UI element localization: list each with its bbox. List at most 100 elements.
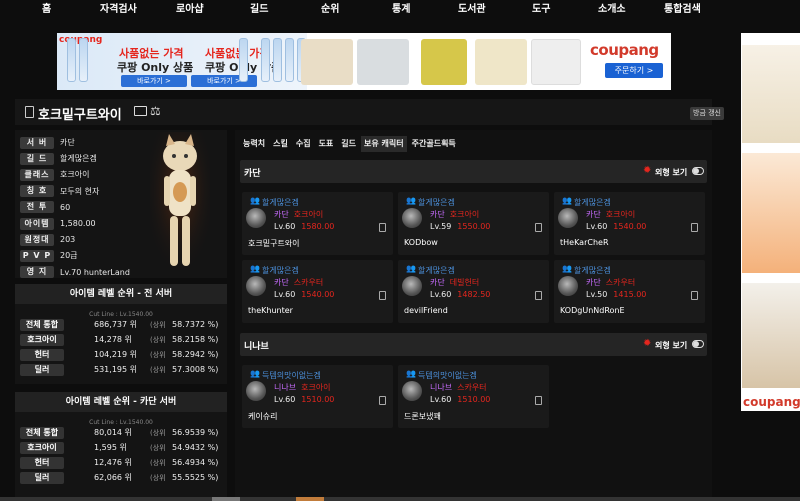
tab-3[interactable]: 도표 <box>316 136 337 152</box>
character-level: Lv.60 1482.50 <box>430 290 490 299</box>
rank-label: 딜러 <box>20 472 64 484</box>
ad-subline: 쿠팡 Only 상품 <box>117 61 194 74</box>
rank-percent: 58.7372 %) <box>172 320 219 329</box>
copy-icon[interactable] <box>379 396 386 405</box>
character-level: Lv.59 1550.00 <box>430 222 490 231</box>
character-header: 호크밑구트와이 ⚖ 방금 갱신 <box>15 99 724 125</box>
water-bottle-image <box>239 38 248 82</box>
character-portrait <box>402 276 422 296</box>
character-name: 드론보냈꽤 <box>404 412 441 421</box>
ad-banner[interactable]: coupang 사품없는 가격 사품없는 가격 쿠팡 Only 상품 쿠팡 On… <box>57 33 671 90</box>
scale-icon[interactable]: ⚖ <box>150 104 161 118</box>
level-label: Lv.59 <box>430 222 452 231</box>
tab-5[interactable]: 보유 캐릭터 <box>361 136 407 152</box>
bidet-image <box>357 39 409 85</box>
character-level: Lv.50 1415.00 <box>586 290 646 299</box>
nav-item[interactable]: 순위 <box>321 0 339 15</box>
character-card[interactable]: 👥 할게많은겜 카단 데빌헌터 Lv.60 1482.50 devilFriend <box>398 260 549 323</box>
character-server: 니나브 스카우터 <box>430 382 487 393</box>
character-card[interactable]: 👥 할게많은겜 카단 호크아이 Lv.60 1540.00 tHeKarCheR <box>554 192 705 255</box>
right-ad[interactable]: coupang <box>741 33 800 411</box>
guild-members-icon: 👥 <box>250 196 260 205</box>
character-card[interactable]: 👥 할게많은겜 카단 스카우터 Lv.50 1415.00 KODgUnNdRonE <box>554 260 705 323</box>
level-label: Lv.60 <box>274 395 296 404</box>
profile-row: 칭 호 모두의 현자 <box>20 185 99 198</box>
guild-name: 할게많은겜 <box>574 266 611 275</box>
guild-members-icon: 👥 <box>562 264 572 273</box>
rank-value: 62,066 위 <box>94 473 132 482</box>
profile-label: 영 지 <box>20 266 54 278</box>
server-label: 카단 <box>274 278 289 287</box>
rank-row: 호크아이 14,278 위 (상위 58.2158 %) <box>20 334 224 346</box>
rank-all-server: 아이템 레벨 순위 - 전 서버 Cut Line : Lv.1540.00 전… <box>15 284 227 384</box>
scroll-thumb-active[interactable] <box>296 497 324 501</box>
cutline-text: Cut Line : Lv.1540.00 <box>89 419 153 426</box>
character-server: 카단 호크아이 <box>586 209 635 220</box>
ad-goto-button[interactable]: 바로가기 > <box>121 75 187 87</box>
profile-row: P V P 20급 <box>20 249 78 262</box>
appearance-toggle[interactable] <box>692 167 704 175</box>
character-card[interactable]: 👥 할게많은겜 카단 호크아이 Lv.59 1550.00 KODbow <box>398 192 549 255</box>
profile-row: 서 버 카단 <box>20 136 75 149</box>
nav-item[interactable]: 통계 <box>392 0 410 15</box>
character-card[interactable]: 👥 득템의맛이없는겜 니나브 호크아이 Lv.60 1510.00 케이슈리 <box>242 365 393 428</box>
nav-item[interactable]: 도서관 <box>458 0 486 15</box>
nav-item[interactable]: 길드 <box>250 0 268 15</box>
tab-0[interactable]: 능력치 <box>240 136 268 152</box>
scroll-thumb[interactable] <box>212 497 240 501</box>
tab-bar: 능력치 스킬 수집 도표 길드 보유 캐릭터 주간골드획득 <box>240 136 461 152</box>
tab-1[interactable]: 스킬 <box>270 136 291 152</box>
order-button[interactable]: 주문하기 > <box>605 63 663 78</box>
appearance-toggle[interactable] <box>692 340 704 348</box>
horizontal-scrollbar[interactable] <box>0 497 800 501</box>
character-name: tHeKarCheR <box>560 238 609 247</box>
copy-icon[interactable] <box>535 291 542 300</box>
profile-label: 서 버 <box>20 136 54 149</box>
profile-label: 칭 호 <box>20 185 54 198</box>
nav-item[interactable]: 도구 <box>532 0 550 15</box>
bookmark-icon[interactable] <box>25 106 34 118</box>
copy-icon[interactable] <box>379 223 386 232</box>
character-level: Lv.60 1540.00 <box>274 290 334 299</box>
rank-row: 전체 통합 80,014 위 (상위 56.9539 %) <box>20 427 224 439</box>
tab-2[interactable]: 수집 <box>293 136 314 152</box>
server-label: 카단 <box>430 210 445 219</box>
profile-row: 영 지 Lv.70 hunterLand <box>20 266 130 278</box>
rice-bag-image <box>301 39 353 85</box>
character-card[interactable]: 👥 득템의맛이없는겜 니나브 스카우터 Lv.60 1510.00 드론보냈꽤 <box>398 365 549 428</box>
nav-item[interactable]: 통합검색 <box>664 0 701 15</box>
id-card-icon[interactable] <box>134 106 147 116</box>
server-label: 카단 <box>274 210 289 219</box>
rank-percent: 55.5525 %) <box>172 473 219 482</box>
character-name: 호크밑구트와이 <box>248 239 300 248</box>
rank-row: 헌터 104,219 위 (상위 58.2942 %) <box>20 349 224 361</box>
rank-row: 딜러 62,066 위 (상위 55.5525 %) <box>20 472 224 484</box>
character-card[interactable]: 👥 할게많은겜 카단 호크아이 Lv.60 1580.00 호크밑구트와이 <box>242 192 393 255</box>
refresh-button[interactable]: 방금 갱신 <box>690 107 724 120</box>
copy-icon[interactable] <box>535 223 542 232</box>
tab-4[interactable]: 길드 <box>338 136 359 152</box>
profile-label: 길 드 <box>20 152 54 165</box>
character-name: 호크밑구트와이 <box>38 108 122 123</box>
profile-label: 원정대 <box>20 233 54 246</box>
rank-server: 아이템 레벨 순위 - 카단 서버 Cut Line : Lv.1540.00 … <box>15 392 227 497</box>
rank-label: 헌터 <box>20 349 64 361</box>
profile-value: 카단 <box>60 138 75 147</box>
water-bottle-image <box>261 38 270 82</box>
copy-icon[interactable] <box>379 291 386 300</box>
guild-members-icon: 👥 <box>406 196 416 205</box>
character-card[interactable]: 👥 할게많은겜 카단 스카우터 Lv.60 1540.00 theKhunter <box>242 260 393 323</box>
rank-row: 헌터 12,476 위 (상위 56.4934 %) <box>20 457 224 469</box>
nav-item[interactable]: 소개소 <box>598 0 626 15</box>
nav-item[interactable]: 자격검사 <box>100 0 137 15</box>
copy-icon[interactable] <box>691 291 698 300</box>
tab-6[interactable]: 주간골드획득 <box>409 136 459 152</box>
class-label: 스카우터 <box>457 383 487 392</box>
character-portrait <box>402 208 422 228</box>
nav-item[interactable]: 로아샵 <box>176 0 204 15</box>
copy-icon[interactable] <box>691 223 698 232</box>
rank-value: 104,219 위 <box>94 350 137 359</box>
nav-item[interactable]: 홈 <box>42 0 51 15</box>
character-level: Lv.60 1580.00 <box>274 222 334 231</box>
copy-icon[interactable] <box>535 396 542 405</box>
